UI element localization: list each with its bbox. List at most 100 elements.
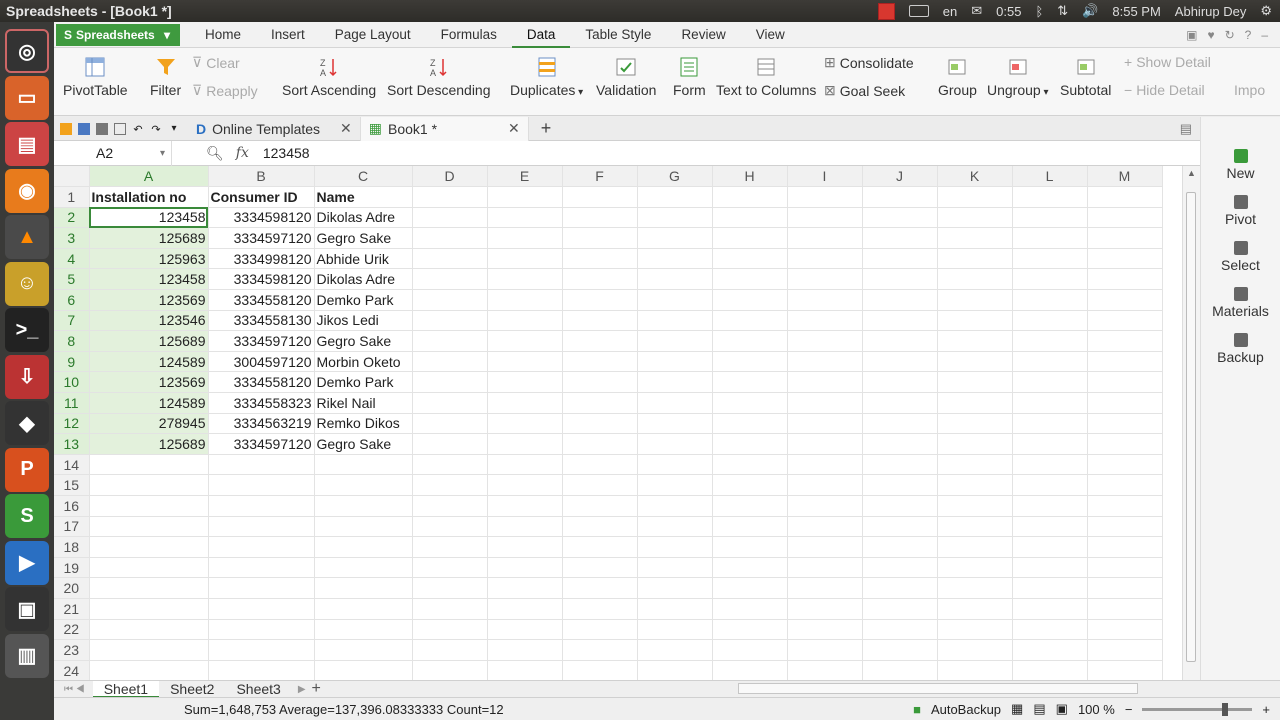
package-icon[interactable]: ▤ [5,122,49,166]
cell[interactable] [89,639,209,661]
cell[interactable] [562,268,638,291]
cell[interactable] [712,495,788,517]
cell[interactable] [89,557,209,579]
cell[interactable] [637,557,713,579]
cell[interactable] [937,598,1013,620]
cell[interactable] [314,619,413,641]
cell[interactable] [937,577,1013,599]
horizontal-scrollbar[interactable] [738,683,1138,694]
row-header[interactable]: 19 [54,557,90,579]
cell[interactable] [1087,433,1163,455]
cell[interactable] [208,495,315,517]
cell[interactable] [1012,268,1088,291]
cell[interactable] [1087,289,1163,311]
row-header[interactable]: 22 [54,619,90,641]
firefox-icon[interactable]: ◉ [5,168,49,213]
column-header[interactable]: G [637,166,713,188]
cell[interactable] [787,289,863,311]
preview-icon[interactable] [114,122,126,135]
cell[interactable] [412,660,488,680]
cell[interactable] [787,454,863,476]
pivottable-button[interactable]: PivotTable [63,56,128,98]
cell[interactable] [487,186,563,208]
cell[interactable] [862,186,938,208]
cell[interactable] [208,598,315,620]
cell[interactable] [862,330,938,352]
cell[interactable]: 125689 [88,330,209,352]
select-all-corner[interactable] [54,166,90,188]
cell[interactable] [562,227,638,249]
cell[interactable] [637,248,713,270]
cell[interactable] [412,248,488,270]
cell[interactable] [1087,454,1163,476]
cell[interactable] [89,660,209,680]
cell[interactable] [89,516,209,538]
cell[interactable] [1087,248,1163,270]
cell[interactable] [712,371,788,394]
network-icon[interactable]: ⇅ [1057,3,1068,19]
cell[interactable] [712,660,788,680]
row-header[interactable]: 1 [54,186,90,208]
cell[interactable] [937,207,1013,229]
cell[interactable] [862,454,938,476]
zoom-search-icon[interactable]: 🔍︎ [206,145,224,162]
cell[interactable] [937,330,1013,352]
cell[interactable] [1087,268,1163,291]
cell[interactable] [1012,598,1088,620]
cell[interactable] [487,310,563,332]
skin-icon[interactable]: ▣ [1186,28,1197,42]
minimize-icon[interactable]: ‒ [1261,28,1268,42]
cell[interactable] [937,660,1013,680]
cell[interactable] [562,557,638,579]
cell[interactable] [637,227,713,249]
cell[interactable] [487,207,563,229]
cell[interactable] [862,598,938,620]
cell[interactable] [712,289,788,311]
cell[interactable] [412,516,488,538]
sheet-nav-next-icon[interactable]: ▶ [292,684,312,695]
cell[interactable] [712,413,788,435]
cell[interactable] [1012,310,1088,332]
close-icon[interactable]: ✕ [508,120,520,137]
tab-view[interactable]: View [741,22,800,48]
cell[interactable]: 123569 [88,289,209,311]
cell[interactable] [637,577,713,599]
row-header[interactable]: 10 [54,371,90,394]
cell[interactable]: 3334563219 [207,412,315,435]
tab-table-style[interactable]: Table Style [570,22,666,48]
cell[interactable] [412,392,488,414]
chevron-down-icon[interactable]: ▾ [168,123,180,135]
cell[interactable] [412,495,488,517]
cell[interactable] [637,433,713,455]
cell[interactable] [1087,660,1163,680]
cell[interactable] [487,619,563,641]
cell[interactable] [412,433,488,455]
cell[interactable] [487,248,563,270]
cell[interactable] [89,495,209,517]
column-header[interactable]: B [208,166,315,188]
cell[interactable] [1087,227,1163,249]
cell[interactable]: 123458 [88,268,209,291]
column-header[interactable]: F [562,166,638,188]
cell[interactable] [787,557,863,579]
cell[interactable] [412,268,488,291]
sort-ascending-button[interactable]: ZA Sort Ascending [282,56,376,98]
cell[interactable] [412,207,488,229]
column-header[interactable]: D [412,166,488,188]
cell[interactable] [787,536,863,558]
cell[interactable]: 3334597120 [207,227,315,249]
hide-detail-button[interactable]: − Hide Detail [1124,82,1205,98]
row-header[interactable]: 23 [54,639,90,661]
column-header[interactable]: H [712,166,788,188]
cell[interactable] [562,660,638,680]
cell[interactable] [787,351,863,373]
cell[interactable] [562,639,638,661]
cell[interactable]: 3334558120 [207,289,315,311]
cell[interactable] [637,619,713,641]
cell[interactable] [208,577,315,599]
cell[interactable] [208,619,315,641]
zoom-in-icon[interactable]: + [1262,702,1270,717]
sort-descending-button[interactable]: ZA Sort Descending [387,56,491,98]
cell[interactable] [412,351,488,373]
cell[interactable]: 123569 [88,371,209,394]
